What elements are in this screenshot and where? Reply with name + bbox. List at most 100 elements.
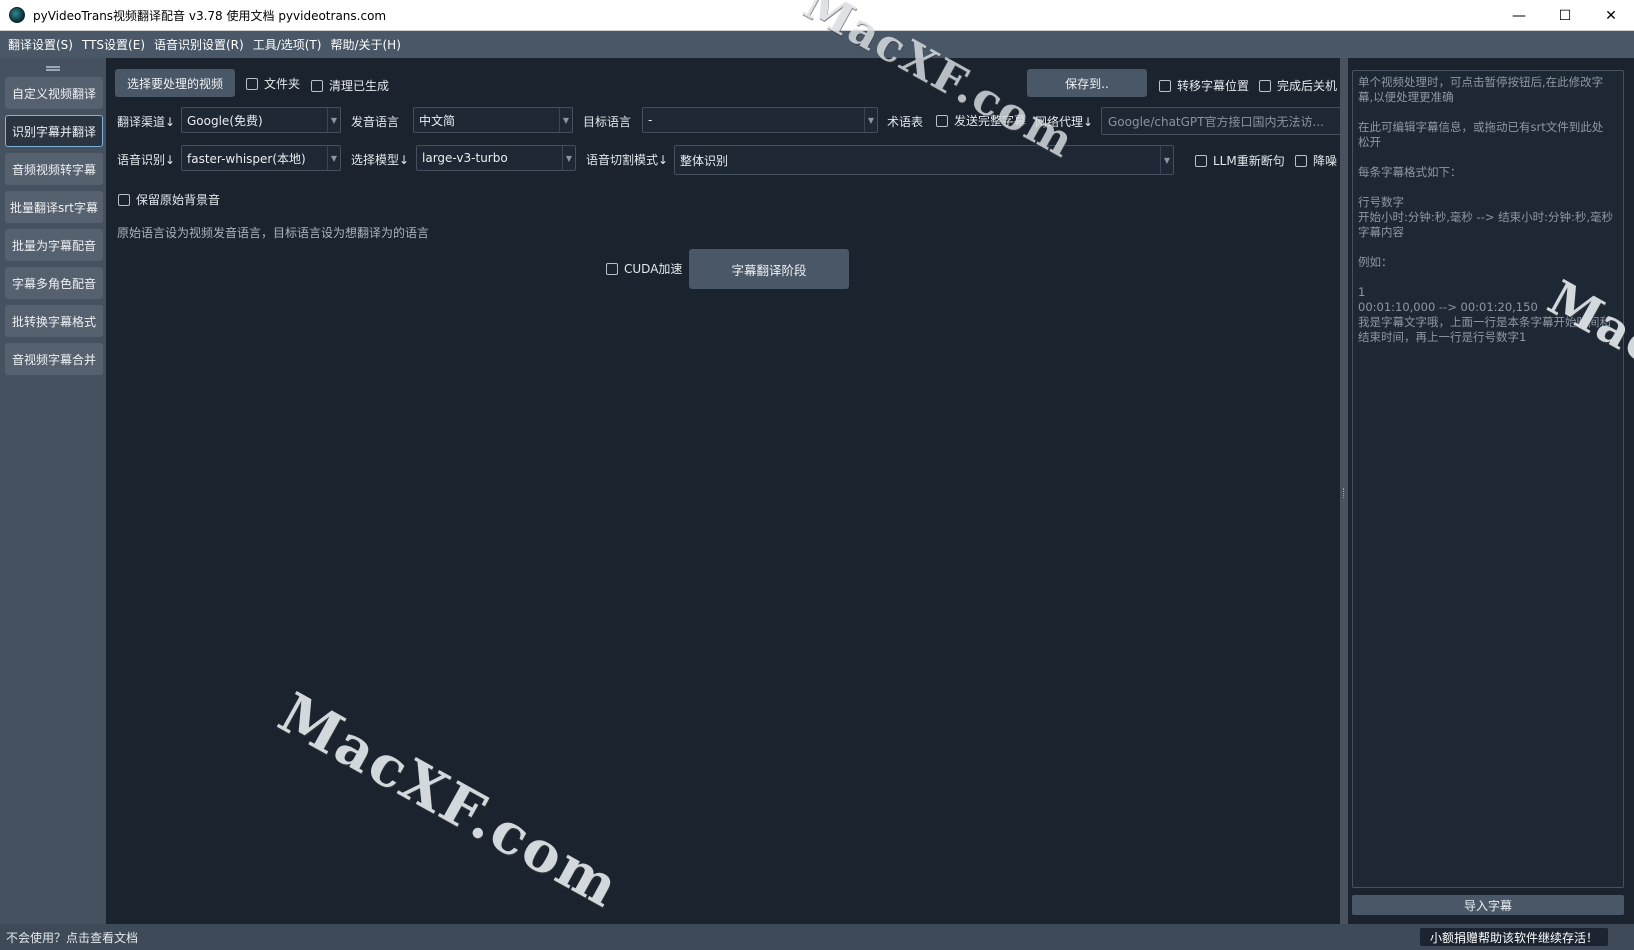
shutdown-label: 完成后关机: [1277, 79, 1338, 93]
checkbox-icon: [1195, 154, 1207, 167]
source-language-label: 发音语言: [351, 115, 400, 129]
window-title: pyVideoTrans视频翻译配音 v3.78 使用文档 pyvideotra…: [33, 8, 387, 23]
sidebar-item-custom-video-translate[interactable]: 自定义视频翻译: [5, 77, 103, 109]
main-panel: 选择要处理的视频 文件夹 清理已生成 保存到.. 转移字幕位置 完成后关机 翻译…: [106, 58, 1341, 924]
minimize-button[interactable]: —: [1496, 0, 1542, 31]
checkbox-icon: [1159, 79, 1171, 92]
maximize-button[interactable]: ☐: [1542, 0, 1588, 31]
sidebar-item-recognize-translate[interactable]: 识别字幕并翻译: [5, 115, 103, 147]
asr-value: faster-whisper(本地): [187, 151, 306, 166]
chevron-down-icon: ▼: [562, 146, 575, 170]
checkbox-icon: [118, 193, 130, 206]
subtitle-editor-line: 单个视频处理时，可点击暂停按钮后,在此修改字: [1358, 75, 1604, 89]
subtitle-editor-line: [1358, 150, 1618, 165]
source-language-value: 中文简: [419, 113, 456, 128]
splitter-grip-icon: [1343, 488, 1345, 498]
move-subtitle-label: 转移字幕位置: [1177, 79, 1250, 93]
menu-translate-settings[interactable]: 翻译设置(S): [4, 36, 77, 53]
split-mode-select[interactable]: 整体识别 ▼: [674, 145, 1174, 175]
chevron-down-icon: ▼: [1160, 146, 1173, 174]
shutdown-checkbox[interactable]: 完成后关机: [1259, 77, 1337, 94]
panel-splitter[interactable]: [1340, 58, 1348, 924]
subtitle-translate-stage-button[interactable]: 字幕翻译阶段: [689, 249, 849, 289]
clear-generated-label: 清理已生成: [329, 79, 390, 93]
llm-resplit-label: LLM重新断句: [1213, 154, 1285, 168]
target-language-value: -: [648, 113, 653, 127]
split-mode-value: 整体识别: [680, 153, 729, 168]
menu-asr-settings[interactable]: 语音识别设置(R): [150, 36, 248, 53]
target-language-select[interactable]: - ▼: [642, 107, 878, 133]
keep-background-checkbox[interactable]: 保留原始背景音: [118, 191, 220, 208]
checkbox-icon: [246, 77, 258, 90]
menu-tools-options[interactable]: 工具/选项(T): [249, 36, 326, 53]
donate-button[interactable]: 小额捐赠帮助该软件继续存活！: [1419, 928, 1608, 946]
checkbox-icon: [936, 114, 948, 127]
sidebar-item-av-subtitle-merge[interactable]: 音视频字幕合并: [5, 343, 103, 375]
app-window: pyVideoTrans视频翻译配音 v3.78 使用文档 pyvideotra…: [0, 0, 1634, 950]
menu-help-about[interactable]: 帮助/关于(H): [326, 36, 404, 53]
proxy-input[interactable]: Google/chatGPT官方接口国内无法访...: [1101, 107, 1341, 135]
asr-select[interactable]: faster-whisper(本地) ▼: [181, 145, 341, 171]
status-bar: 不会使用？点击查看文档 小额捐赠帮助该软件继续存活！: [0, 924, 1634, 950]
translate-channel-select[interactable]: Google(免费) ▼: [181, 107, 341, 133]
import-subtitle-button[interactable]: 导入字幕: [1352, 895, 1624, 915]
menu-tts-settings[interactable]: TTS设置(E): [78, 36, 149, 53]
language-hint-text: 原始语言设为视频发音语言，目标语言设为想翻译为的语言: [117, 226, 430, 240]
sidebar: 自定义视频翻译 识别字幕并翻译 音频视频转字幕 批量翻译srt字幕 批量为字幕配…: [0, 58, 106, 924]
send-full-subtitle-checkbox[interactable]: 发送完整字幕: [936, 112, 1026, 129]
llm-resplit-checkbox[interactable]: LLM重新断句: [1195, 152, 1285, 169]
subtitle-editor-line: 开始小时:分钟:秒,毫秒 --> 结束小时:分钟:秒,毫秒: [1358, 210, 1614, 224]
sidebar-item-batch-dub[interactable]: 批量为字幕配音: [5, 229, 103, 261]
folder-checkbox[interactable]: 文件夹: [246, 75, 300, 92]
subtitle-editor-line: 幕,以便处理更准确: [1358, 90, 1454, 104]
title-bar: pyVideoTrans视频翻译配音 v3.78 使用文档 pyvideotra…: [0, 0, 1634, 31]
split-mode-label[interactable]: 语音切割模式↓: [586, 151, 668, 168]
send-full-subtitle-label: 发送完整字幕: [954, 114, 1027, 128]
close-button[interactable]: ✕: [1588, 0, 1634, 31]
menu-bar: 翻译设置(S) TTS设置(E) 语音识别设置(R) 工具/选项(T) 帮助/关…: [0, 31, 1634, 58]
sidebar-item-batch-translate-srt[interactable]: 批量翻译srt字幕: [5, 191, 103, 223]
translate-channel-label: 翻译渠道↓: [117, 115, 176, 129]
model-value: large-v3-turbo: [422, 151, 508, 165]
subtitle-editor-line: [1358, 180, 1618, 195]
checkbox-icon: [1295, 154, 1307, 167]
target-language-label: 目标语言: [583, 115, 632, 129]
subtitle-editor-line: 字幕内容: [1358, 225, 1404, 239]
move-subtitle-checkbox[interactable]: 转移字幕位置: [1159, 77, 1249, 94]
sidebar-item-av-to-subtitle[interactable]: 音频视频转字幕: [5, 153, 103, 185]
translate-channel-value: Google(免费): [187, 113, 263, 128]
subtitle-editor-line: [1358, 105, 1618, 120]
model-label[interactable]: 选择模型↓: [351, 151, 409, 168]
cuda-checkbox[interactable]: CUDA加速: [606, 260, 682, 277]
source-language-select[interactable]: 中文简 ▼: [413, 107, 573, 133]
help-docs-link[interactable]: 不会使用？点击查看文档: [6, 929, 138, 946]
keep-background-label: 保留原始背景音: [136, 193, 221, 207]
chevron-down-icon: ▼: [327, 146, 340, 170]
subtitle-panel: 单个视频处理时，可点击暂停按钮后,在此修改字 幕,以便处理更准确 在此可编辑字幕信…: [1348, 58, 1634, 924]
proxy-label[interactable]: 网络代理↓: [1035, 113, 1093, 130]
model-select[interactable]: large-v3-turbo ▼: [416, 145, 576, 171]
select-video-button[interactable]: 选择要处理的视频: [115, 69, 235, 97]
subtitle-editor-line: 结束时间，再上一行是行号数字1: [1358, 330, 1527, 344]
glossary-label[interactable]: 术语表: [887, 113, 923, 130]
subtitle-editor-line: 我是字幕文字哦，上面一行是本条字幕开始时间和: [1358, 315, 1611, 329]
denoise-checkbox[interactable]: 降噪: [1295, 152, 1337, 169]
checkbox-icon: [311, 79, 323, 92]
window-controls: — ☐ ✕: [1496, 0, 1634, 31]
app-logo-icon: [9, 7, 25, 23]
checkbox-icon: [606, 262, 618, 275]
chevron-down-icon: ▼: [864, 108, 877, 132]
subtitle-editor-line: [1358, 240, 1618, 255]
subtitle-editor-line: 例如：: [1358, 255, 1393, 269]
clear-generated-checkbox[interactable]: 清理已生成: [311, 77, 389, 94]
sidebar-item-multi-role-dub[interactable]: 字幕多角色配音: [5, 267, 103, 299]
sidebar-handle-icon[interactable]: [46, 66, 60, 71]
checkbox-icon: [1259, 79, 1271, 92]
asr-label[interactable]: 语音识别↓: [117, 151, 175, 168]
chevron-down-icon: ▼: [559, 108, 572, 132]
sidebar-item-convert-format[interactable]: 批转换字幕格式: [5, 305, 103, 337]
save-to-button[interactable]: 保存到..: [1027, 69, 1147, 97]
chevron-down-icon: ▼: [327, 108, 340, 132]
subtitle-editor[interactable]: 单个视频处理时，可点击暂停按钮后,在此修改字 幕,以便处理更准确 在此可编辑字幕信…: [1352, 70, 1624, 888]
cuda-label: CUDA加速: [624, 262, 683, 276]
